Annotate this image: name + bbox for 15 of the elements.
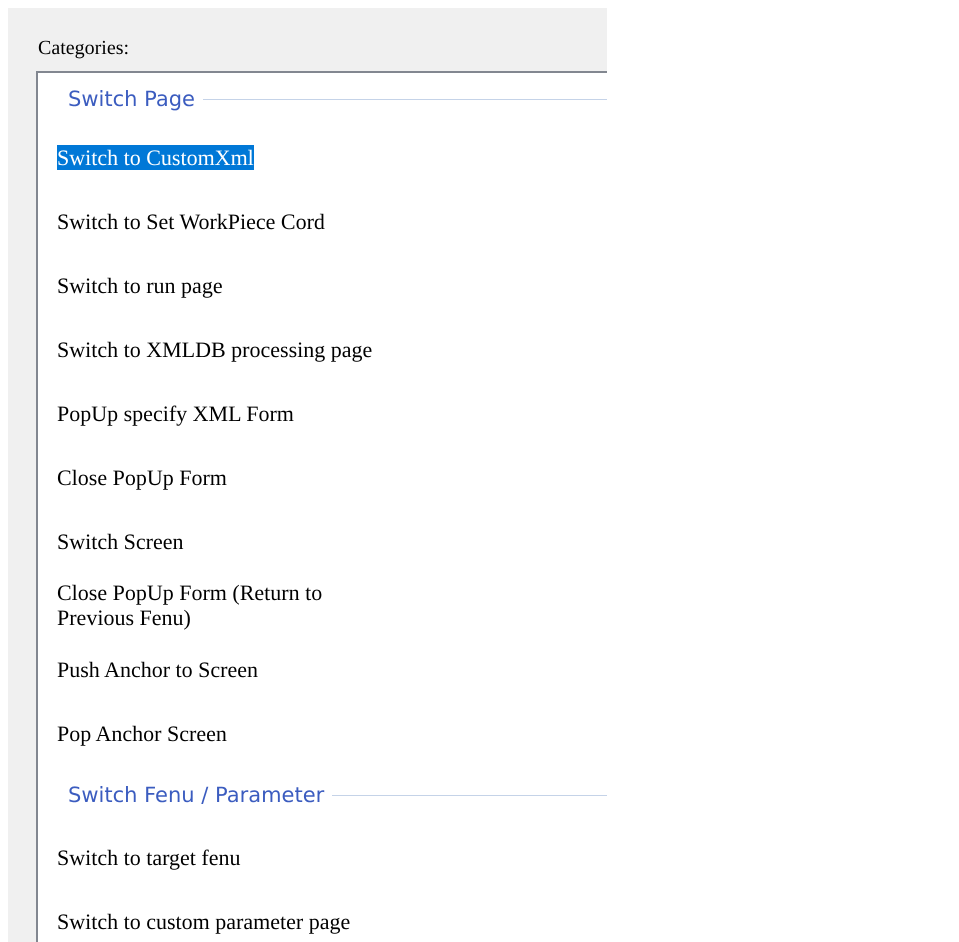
list-item[interactable]: Switch to CustomXml — [57, 144, 254, 170]
categories-label: Categories: — [38, 36, 130, 61]
list-item[interactable]: Switch Screen — [57, 528, 184, 554]
list-item[interactable]: Switch to run page — [57, 272, 223, 298]
list-item[interactable]: Switch to XMLDB processing page — [57, 336, 372, 362]
list-item[interactable]: Switch to custom parameter page — [57, 908, 350, 934]
list-item[interactable]: Push Anchor to Screen — [57, 656, 258, 682]
list-item[interactable]: Close PopUp Form — [57, 464, 227, 490]
group-header: Switch Fenu / Parameter — [68, 783, 326, 807]
list-item[interactable]: PopUp specify XML Form — [57, 400, 294, 426]
group-header: Switch Page — [68, 87, 196, 111]
list-item[interactable]: Switch to target fenu — [57, 844, 240, 870]
list-item[interactable]: Pop Anchor Screen — [57, 720, 227, 746]
list-item[interactable]: Switch to Set WorkPiece Cord — [57, 208, 325, 234]
list-item[interactable]: Close PopUp Form (Return to Previous Fenu) — [57, 580, 387, 630]
